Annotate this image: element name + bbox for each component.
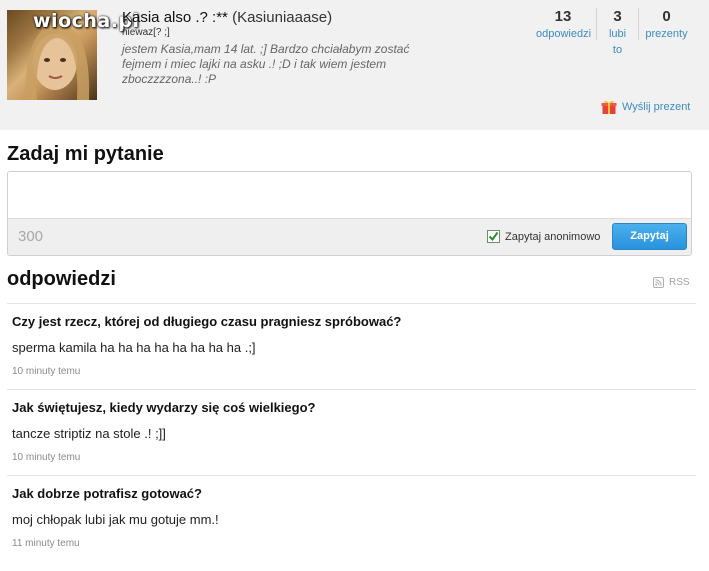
send-gift-label[interactable]: Wyślij prezent xyxy=(622,101,690,113)
profile-name: Kasia also .? :** (Kasiuniaaase) xyxy=(122,9,332,26)
answer-item: Czy jest rzecz, której od długiego czasu… xyxy=(7,303,696,389)
rss-icon xyxy=(653,277,664,288)
profile-bio: jestem Kasia,mam 14 lat. ;] Bardzo chcia… xyxy=(122,42,410,86)
display-name: Kasia also .? :** xyxy=(122,9,228,26)
profile-header: wiocha.pl Kasia also .? :** (Kasiuniaaas… xyxy=(0,0,709,130)
answer-item: Jak świętujesz, kiedy wydarzy się coś wi… xyxy=(7,389,696,475)
stat-answers-value: 13 xyxy=(554,8,572,25)
send-gift-link[interactable]: Wyślij prezent xyxy=(601,99,690,115)
answer-text: tancze striptiz na stole .! ;]] xyxy=(12,426,166,441)
question-text[interactable]: Jak świętujesz, kiedy wydarzy się coś wi… xyxy=(12,400,696,416)
answer-timestamp[interactable]: 11 minuty temu xyxy=(12,538,696,550)
answer-item: Jak dobrze potrafisz gotować? moj chłopa… xyxy=(7,475,696,561)
answer-timestamp[interactable]: 10 minuty temu xyxy=(12,366,696,378)
answers-list: Czy jest rzecz, której od długiego czasu… xyxy=(7,303,696,561)
anonymous-label[interactable]: Zapytaj anonimowo xyxy=(505,231,600,243)
ask-footer: 300 Zapytaj anonimowo Zapytaj xyxy=(8,218,691,255)
username[interactable]: (Kasiuniaaase) xyxy=(232,9,332,26)
anonymous-option[interactable]: Zapytaj anonimowo xyxy=(487,230,600,243)
char-counter: 300 xyxy=(18,228,44,245)
answer-text: sperma kamila ha ha ha ha ha ha ha ha .;… xyxy=(12,340,256,355)
stat-gifts-value: 0 xyxy=(662,8,671,25)
check-icon xyxy=(488,231,499,242)
ask-form: 300 Zapytaj anonimowo Zapytaj xyxy=(7,171,692,256)
ask-title: Zadaj mi pytanie xyxy=(7,143,164,165)
stat-answers-label[interactable]: odpowiedzi xyxy=(536,26,591,42)
answer-text: moj chłopak lubi jak mu gotuje mm.! xyxy=(12,512,219,527)
gift-icon xyxy=(601,100,617,114)
profile-stats: 13 odpowiedzi 3 lubi to 0 prezenty xyxy=(530,8,694,56)
question-input[interactable] xyxy=(8,172,691,219)
answers-heading: odpowiedzi xyxy=(7,268,116,290)
ask-submit-button[interactable]: Zapytaj xyxy=(612,223,687,250)
answer-timestamp[interactable]: 10 minuty temu xyxy=(12,452,696,464)
stat-answers[interactable]: 13 odpowiedzi xyxy=(530,8,596,40)
question-text[interactable]: Czy jest rzecz, której od długiego czasu… xyxy=(12,314,696,330)
rss-label[interactable]: RSS xyxy=(669,277,690,288)
stat-likes-label[interactable]: lubi to xyxy=(603,26,632,58)
question-text[interactable]: Jak dobrze potrafisz gotować? xyxy=(12,486,696,502)
stat-likes-value: 3 xyxy=(613,8,622,25)
stat-likes[interactable]: 3 lubi to xyxy=(596,8,638,56)
rss-link[interactable]: RSS xyxy=(653,277,690,288)
stat-gifts[interactable]: 0 prezenty xyxy=(638,8,694,40)
profile-status: niewaz[? ;] xyxy=(122,27,170,38)
stat-gifts-label[interactable]: prezenty xyxy=(645,26,688,42)
anonymous-checkbox[interactable] xyxy=(487,230,500,243)
